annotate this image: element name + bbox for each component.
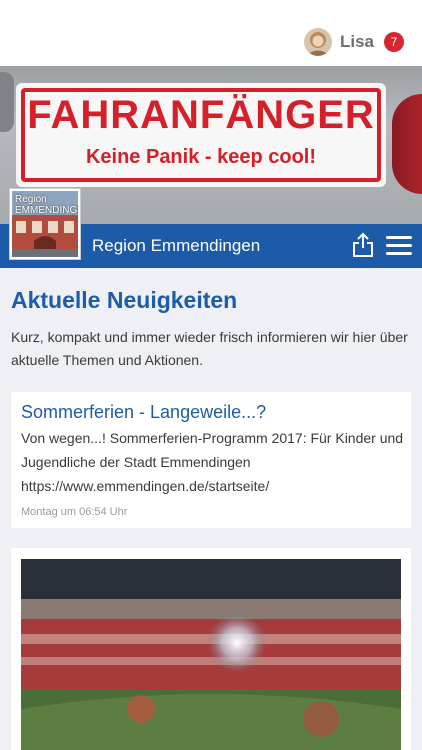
- notification-badge[interactable]: 7: [384, 32, 404, 52]
- group-title[interactable]: Region Emmendingen: [92, 236, 260, 256]
- news-card[interactable]: Sommerferien - Langeweile...? Von wegen.…: [11, 392, 411, 528]
- group-thumbnail[interactable]: Region EMMENDINGEN: [10, 189, 80, 259]
- news-title[interactable]: Sommerferien - Langeweile...?: [21, 402, 266, 423]
- stadium-photo[interactable]: [21, 559, 401, 750]
- section-description: Kurz, kompakt und immer wieder frisch in…: [11, 329, 408, 368]
- user-name[interactable]: Lisa: [340, 32, 374, 52]
- top-bar: Lisa 7: [0, 0, 422, 66]
- news-card-photo[interactable]: [11, 548, 411, 750]
- car-edge: [0, 72, 14, 132]
- sticker-subtitle: Keine Panik - keep cool!: [85, 146, 317, 168]
- sticker-title: FAHRANFÄNGER: [27, 93, 375, 137]
- news-timestamp: Montag um 06:54 Uhr: [21, 506, 128, 518]
- hamburger-menu-icon[interactable]: [386, 236, 412, 256]
- car-taillight: [392, 94, 422, 194]
- bumper-sticker: FAHRANFÄNGER Keine Panik - keep cool!: [16, 83, 386, 187]
- avatar[interactable]: [303, 28, 332, 56]
- section-title: Aktuelle Neuigkeiten: [11, 287, 238, 313]
- thumbnail-text: Region EMMENDINGEN: [15, 194, 78, 216]
- news-body: Von wegen...! Sommerferien-Programm 2017…: [21, 430, 404, 494]
- user-profile[interactable]: Lisa 7: [303, 28, 404, 56]
- share-icon[interactable]: [352, 232, 374, 258]
